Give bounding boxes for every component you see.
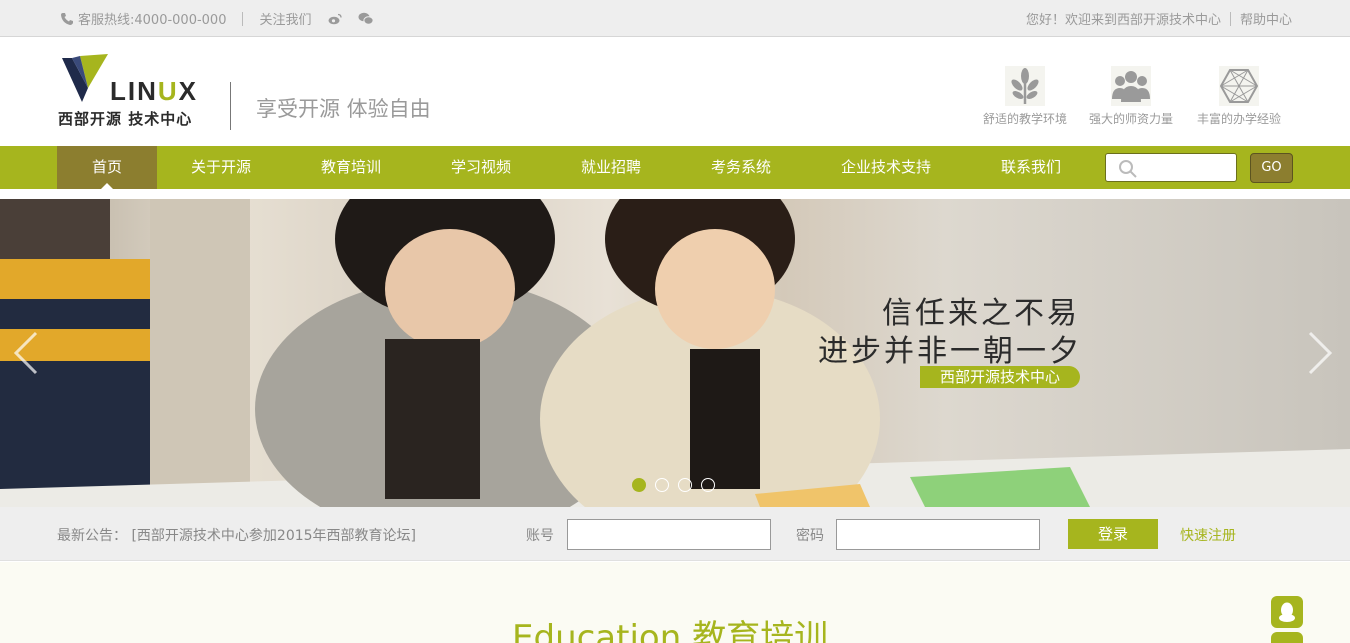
account-input[interactable] [567, 519, 771, 550]
nav-item-exam-system[interactable]: 考务系统 [691, 146, 791, 189]
logo-wordmark: LINUX [110, 76, 199, 106]
leaf-icon [1005, 66, 1045, 106]
hotline-text: 客服热线:4000-000-000 [78, 13, 227, 28]
header-divider [230, 82, 231, 130]
banner-headline-2: 进步并非一朝一夕 [818, 334, 1082, 369]
banner-dot-4[interactable] [701, 478, 715, 492]
logo-subtitle: 西部开源 技术中心 [58, 110, 193, 128]
banner-dot-2[interactable] [655, 478, 669, 492]
hero-banner: 信任来之不易 进步并非一朝一夕 西部开源技术中心 [0, 199, 1350, 507]
float-button-2[interactable] [1271, 632, 1303, 643]
latest-notice[interactable]: 最新公告： [西部开源技术中心参加2015年西部教育论坛] [57, 525, 416, 545]
nav-item-tech-support[interactable]: 企业技术支持 [826, 146, 946, 189]
search-input[interactable] [1138, 158, 1230, 178]
divider [242, 11, 244, 26]
topbar-left: 客服热线:4000-000-000 关注我们 [60, 0, 374, 37]
feature-label: 舒适的教学环境 [982, 112, 1067, 126]
nav-item-about[interactable]: 关于开源 [171, 146, 271, 189]
people-icon [1111, 66, 1151, 106]
main-nav: 首页 关于开源 教育培训 学习视频 就业招聘 考务系统 企业技术支持 联系我们 … [0, 146, 1350, 189]
nav-item-contact[interactable]: 联系我们 [981, 146, 1081, 189]
banner-photo [0, 199, 1350, 507]
phone-icon [60, 12, 74, 26]
site-header: LINUX 西部开源 技术中心 享受开源 体验自由 舒适的教学环境 强大的师资力… [0, 38, 1350, 146]
follow-us-label: 关注我们 [259, 13, 312, 28]
polyhedron-icon [1219, 66, 1259, 106]
banner-prev-arrow-icon[interactable] [12, 329, 40, 381]
banner-next-arrow-icon[interactable] [1306, 329, 1334, 381]
account-label: 账号 [526, 528, 554, 544]
banner-dot-3[interactable] [678, 478, 692, 492]
search-box[interactable] [1105, 153, 1237, 182]
nav-item-home[interactable]: 首页 [57, 146, 157, 189]
help-center-link[interactable]: 帮助中心 [1240, 9, 1292, 28]
login-button[interactable]: 登录 [1068, 519, 1158, 549]
banner-tag: 西部开源技术中心 [920, 366, 1080, 388]
banner-pagination [632, 478, 715, 492]
qq-penguin-icon [1279, 602, 1295, 622]
topbar-right: 您好！欢迎来到西部开源技术中心 帮助中心 [1026, 0, 1292, 37]
password-input[interactable] [836, 519, 1040, 550]
feature-teaching-environment: 舒适的教学环境 [970, 66, 1080, 127]
qq-float-button[interactable] [1271, 596, 1303, 628]
nav-item-videos[interactable]: 学习视频 [431, 146, 531, 189]
top-utility-bar: 客服热线:4000-000-000 关注我们 您好！欢迎来到西部开源技术中心 帮… [0, 0, 1350, 37]
divider [1229, 11, 1231, 26]
logo-mark-icon [62, 54, 108, 102]
quick-register-link[interactable]: 快速注册 [1180, 525, 1236, 545]
feature-experience: 丰富的办学经验 [1184, 66, 1294, 127]
slogan: 享受开源 体验自由 [256, 97, 431, 121]
weibo-icon[interactable] [328, 13, 342, 25]
banner-dot-1[interactable] [632, 478, 646, 492]
feature-label: 强大的师资力量 [1088, 112, 1173, 126]
section-heading: Education 教育培训 [512, 618, 829, 643]
notice-login-bar: 最新公告： [西部开源技术中心参加2015年西部教育论坛] 账号 密码 登录 快… [0, 507, 1350, 561]
welcome-text: 您好！欢迎来到西部开源技术中心 [1025, 13, 1221, 28]
nav-item-training[interactable]: 教育培训 [301, 146, 401, 189]
feature-teaching-staff: 强大的师资力量 [1076, 66, 1186, 127]
site-logo[interactable]: LINUX 西部开源 技术中心 [58, 54, 200, 130]
nav-item-jobs[interactable]: 就业招聘 [561, 146, 661, 189]
education-section: Education 教育培训 [0, 562, 1350, 643]
search-go-button[interactable]: GO [1250, 153, 1293, 183]
wechat-icon[interactable] [358, 12, 374, 25]
search-icon [1118, 159, 1138, 183]
password-label: 密码 [796, 528, 824, 544]
feature-label: 丰富的办学经验 [1196, 112, 1281, 126]
